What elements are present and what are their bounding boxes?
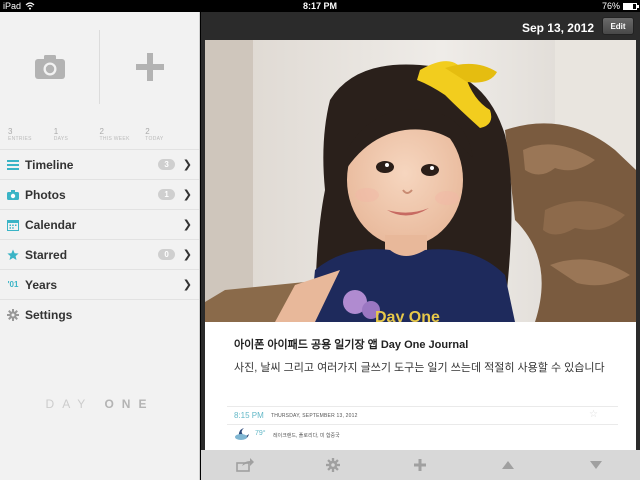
star-icon bbox=[6, 248, 20, 262]
sidebar-item-label: Years bbox=[25, 277, 58, 292]
sidebar-item-photos[interactable]: Photos 1 ❯ bbox=[0, 180, 199, 210]
edit-button[interactable]: Edit bbox=[602, 17, 634, 35]
sidebar-item-label: Photos bbox=[25, 187, 66, 202]
list-icon bbox=[6, 158, 20, 172]
gear-icon bbox=[6, 308, 20, 322]
stat-today: 2 TODAY bbox=[145, 127, 164, 142]
sidebar-item-label: Settings bbox=[25, 308, 73, 322]
top-bar: Sep 13, 2012 Edit bbox=[201, 12, 640, 40]
chevron-right-icon: ❯ bbox=[182, 159, 192, 171]
sidebar-item-label: Calendar bbox=[25, 217, 77, 232]
chevron-right-icon: ❯ bbox=[182, 189, 192, 201]
entry-body: 사진, 날씨 그리고 여러가지 글쓰기 도구는 일기 쓰는데 적절히 사용할 수… bbox=[234, 362, 605, 374]
moon-cloud-icon bbox=[235, 427, 251, 445]
quick-actions bbox=[0, 12, 199, 122]
sidebar-item-label: Starred bbox=[25, 247, 68, 262]
chevron-right-icon: ❯ bbox=[182, 219, 192, 231]
chevron-right-icon: ❯ bbox=[182, 249, 192, 261]
sidebar-item-label: Timeline bbox=[25, 157, 74, 172]
count-badge: 1 bbox=[158, 189, 175, 200]
camera-large-icon bbox=[34, 55, 65, 79]
triangle-down-icon bbox=[590, 461, 603, 469]
battery-icon bbox=[623, 2, 639, 10]
years-icon: '01 bbox=[7, 280, 19, 289]
sidebar-item-years[interactable]: '01 Years ❯ bbox=[0, 270, 199, 300]
gear-icon bbox=[325, 458, 340, 472]
plus-icon bbox=[414, 459, 427, 471]
entry-long-date: THURSDAY, SEPTEMBER 13, 2012 bbox=[271, 413, 358, 419]
chevron-right-icon: ❯ bbox=[182, 279, 192, 291]
meta-divider bbox=[227, 424, 618, 425]
stat-entries: 3 ENTRIES bbox=[8, 127, 32, 142]
stats-row: 3 ENTRIES 1 DAYS 2 THIS WEEK 2 TODAY bbox=[0, 122, 199, 150]
add-entry-button[interactable] bbox=[408, 455, 432, 475]
entry-title: 아이폰 아이패드 공용 일기장 앱 Day One Journal bbox=[234, 339, 469, 351]
entry-card: Day One 아이폰 아이패드 공용 일기장 앱 Day One Journa… bbox=[205, 40, 636, 450]
meta-divider bbox=[227, 406, 618, 407]
share-button[interactable] bbox=[233, 455, 257, 475]
sidebar-item-calendar[interactable]: Calendar ❯ bbox=[0, 210, 199, 240]
camera-icon bbox=[6, 188, 20, 202]
entry-location: 레이크랜드, 플로리다, 미 합중국 bbox=[273, 433, 340, 439]
star-toggle-icon[interactable]: ☆ bbox=[589, 409, 598, 420]
sidebar-item-timeline[interactable]: Timeline 3 ❯ bbox=[0, 150, 199, 180]
sidebar-nav: Timeline 3 ❯ Photos 1 ❯ Calendar ❯ Starr… bbox=[0, 150, 199, 330]
stat-this-week: 2 THIS WEEK bbox=[99, 127, 130, 142]
triangle-up-icon bbox=[502, 461, 515, 469]
new-entry-button[interactable] bbox=[100, 12, 199, 122]
entry-date-header: Sep 13, 2012 bbox=[521, 21, 594, 35]
next-entry-button[interactable] bbox=[584, 455, 608, 475]
count-badge: 0 bbox=[158, 249, 175, 260]
entry-temperature: 79° bbox=[255, 430, 266, 437]
status-bar: iPad 8:17 PM 76% bbox=[0, 0, 640, 12]
sidebar: 3 ENTRIES 1 DAYS 2 THIS WEEK 2 TODAY Timelin… bbox=[0, 12, 200, 480]
entry-view: Sep 13, 2012 Edit Day One 아이폰 아이패드 공용 일기… bbox=[201, 12, 640, 480]
previous-entry-button[interactable] bbox=[496, 455, 520, 475]
status-time: 8:17 PM bbox=[302, 1, 337, 11]
stat-days: 1 DAYS bbox=[53, 127, 69, 142]
share-icon bbox=[236, 458, 254, 472]
bottom-toolbar bbox=[201, 450, 640, 480]
sidebar-item-starred[interactable]: Starred 0 ❯ bbox=[0, 240, 199, 270]
svg-text:Day One: Day One bbox=[375, 309, 440, 322]
battery-percent: 76% bbox=[601, 1, 620, 11]
calendar-icon bbox=[6, 218, 20, 232]
brand-logo: DAY ONE bbox=[45, 397, 155, 411]
settings-button[interactable] bbox=[321, 455, 345, 475]
entry-photo[interactable]: Day One bbox=[205, 40, 636, 322]
sidebar-item-settings[interactable]: Settings bbox=[0, 300, 199, 330]
add-photo-button[interactable] bbox=[0, 12, 99, 122]
plus-large-icon bbox=[135, 53, 164, 81]
entry-time: 8:15 PM bbox=[234, 411, 264, 420]
count-badge: 3 bbox=[158, 159, 175, 170]
